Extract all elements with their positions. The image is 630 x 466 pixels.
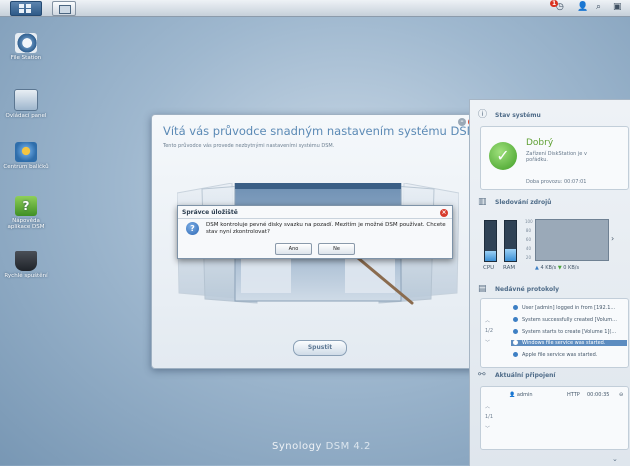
wizard-subtitle: Tento průvodce vás provede nezbytnými na… bbox=[163, 143, 335, 149]
desktop-icon-label: Centrum balíčků bbox=[3, 164, 49, 170]
main-menu-button[interactable] bbox=[10, 1, 42, 16]
network-speed: ▲ 4 KB/s ▼ 0 KB/s bbox=[535, 265, 580, 271]
quick-start-icon bbox=[15, 251, 37, 271]
recent-logs-box: ︿ 1/2 ﹀ User [admin] logged in from [192… bbox=[480, 298, 629, 368]
dialog-close-icon[interactable]: × bbox=[440, 209, 448, 217]
control-panel-icon bbox=[14, 89, 38, 111]
uptime-text: Doba provozu: 00:07:01 bbox=[526, 179, 587, 185]
desktop-icon-control-panel[interactable]: Ovládací panel bbox=[1, 89, 51, 119]
system-status-heading: Stav systému bbox=[495, 112, 541, 119]
chart-icon: ▥ bbox=[478, 197, 487, 207]
status-detail: Zařízení DiskStation je v pořádku. bbox=[526, 151, 587, 163]
ram-bar-fill bbox=[505, 249, 516, 261]
desktop-icon-file-station[interactable]: File Station bbox=[1, 33, 51, 61]
cpu-bar-fill bbox=[485, 251, 496, 261]
graph-ticks: 100 80 60 40 20 bbox=[525, 219, 533, 260]
chevron-right-icon[interactable]: › bbox=[611, 234, 614, 243]
synology-logo: Synology DSM 4.2 bbox=[272, 441, 371, 452]
storage-manager-dialog: Správce úložiště × ? DSM kontroluje pevn… bbox=[177, 205, 453, 259]
desktop-icon-label: Nápověda aplikace DSM bbox=[7, 218, 45, 230]
dialog-title: Správce úložiště bbox=[182, 209, 238, 216]
current-connections-heading: Aktuální připojení bbox=[495, 372, 556, 379]
desktop-icon-package-center[interactable]: Centrum balíčků bbox=[1, 142, 51, 170]
dialog-message: DSM kontroluje pevné disky svazku na poz… bbox=[206, 222, 446, 235]
show-desktop-button[interactable] bbox=[52, 1, 76, 16]
ram-bar bbox=[504, 220, 517, 262]
ram-label: RAM bbox=[503, 265, 516, 271]
panel-collapse-icon[interactable]: ⌄ bbox=[612, 455, 618, 463]
log-item: System successfully created [Volum... bbox=[513, 317, 617, 323]
log-item: System starts to create [Volume 1](... bbox=[513, 329, 616, 335]
cpu-bar bbox=[484, 220, 497, 262]
no-button[interactable]: Ne bbox=[318, 243, 355, 255]
log-item: Apple file service was started. bbox=[513, 352, 597, 358]
desktop-icon-quick-start[interactable]: Rychlé spuštění bbox=[1, 251, 51, 279]
logs-up-icon[interactable]: ︿ bbox=[485, 317, 490, 324]
document-icon: ▤ bbox=[478, 284, 487, 294]
desktop-icon-label: Rychlé spuštění bbox=[4, 273, 48, 279]
info-icon: ⓘ bbox=[478, 110, 488, 120]
connection-row: 👤 admin bbox=[509, 392, 533, 398]
resource-monitor-box: CPU RAM 100 80 60 40 20 › ▲ 4 KB/s ▼ 0 K… bbox=[483, 216, 623, 276]
upload-arrow-icon: ▲ bbox=[535, 265, 539, 271]
recent-logs-heading: Nedávné protokoly bbox=[495, 286, 560, 293]
notification-badge: 1 bbox=[550, 0, 559, 7]
connections-up-icon[interactable]: ︿ bbox=[485, 403, 490, 410]
start-button[interactable]: Spustit bbox=[293, 340, 347, 356]
log-item: User [admin] logged in from [192.1... bbox=[513, 305, 615, 311]
package-center-icon bbox=[15, 142, 37, 162]
user-icon[interactable]: 👤 bbox=[577, 2, 588, 12]
resource-monitor-heading: Sledování zdrojů bbox=[495, 199, 552, 206]
widgets-icon[interactable]: ▣ bbox=[613, 2, 622, 12]
link-icon: ⚯ bbox=[478, 370, 486, 380]
desktop-icon-label: Ovládací panel bbox=[5, 113, 47, 119]
network-graph bbox=[535, 219, 609, 261]
connections-down-icon[interactable]: ﹀ bbox=[485, 425, 490, 432]
question-icon: ? bbox=[186, 222, 199, 235]
user-icon: 👤 bbox=[509, 392, 516, 398]
help-icon: ? bbox=[15, 196, 37, 216]
logs-down-icon[interactable]: ﹀ bbox=[485, 339, 490, 346]
yes-button[interactable]: Ano bbox=[275, 243, 312, 255]
logs-pager: 1/2 bbox=[485, 328, 494, 334]
status-state: Dobrý bbox=[526, 138, 554, 148]
search-icon[interactable]: ⌕ bbox=[596, 2, 601, 12]
connection-time: 00:00:35 bbox=[587, 392, 610, 398]
checkmark-icon: ✓ bbox=[489, 142, 517, 170]
dialog-divider bbox=[178, 218, 452, 219]
log-item: Windows file service was started. bbox=[511, 340, 627, 346]
grid-icon bbox=[19, 4, 24, 8]
desktop-icon-dsm-help[interactable]: ? Nápověda aplikace DSM bbox=[1, 196, 51, 230]
kick-user-icon[interactable]: ⊖ bbox=[619, 392, 623, 398]
download-arrow-icon: ▼ bbox=[557, 265, 562, 271]
taskbar: ◷ 👤 ⌕ ▣ 1 bbox=[0, 0, 630, 17]
current-connections-box: ︿ 1/1 ﹀ 👤 admin HTTP 00:00:35 ⊖ bbox=[480, 386, 629, 450]
file-station-icon bbox=[15, 33, 37, 53]
widget-panel: ⓘ Stav systému ✓ Dobrý Zařízení DiskStat… bbox=[469, 99, 630, 466]
system-status-box: ✓ Dobrý Zařízení DiskStation je v pořádk… bbox=[480, 126, 629, 190]
connections-pager: 1/1 bbox=[485, 414, 494, 420]
desktop-icon-label: File Station bbox=[10, 55, 42, 61]
connection-protocol: HTTP bbox=[567, 392, 580, 398]
cpu-label: CPU bbox=[483, 265, 495, 271]
wizard-title: Vítá vás průvodce snadným nastavením sys… bbox=[163, 124, 480, 138]
window-icon bbox=[59, 5, 71, 14]
